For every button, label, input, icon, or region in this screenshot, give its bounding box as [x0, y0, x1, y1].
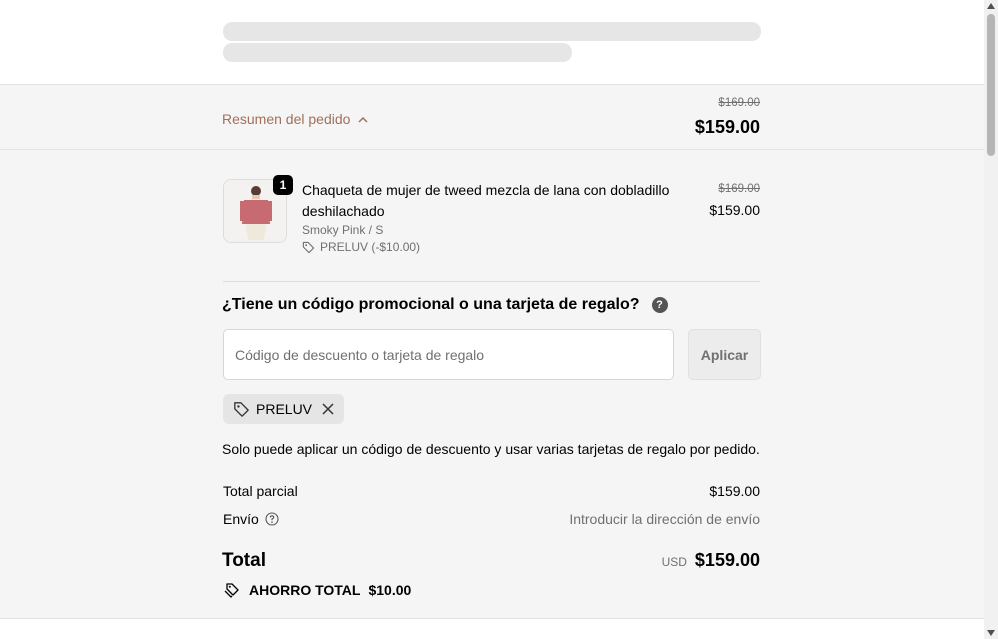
promo-heading: ¿Tiene un código promocional o una tarje… — [222, 296, 668, 314]
close-icon — [322, 403, 334, 415]
subtotal-value: $159.00 — [709, 483, 760, 499]
shipping-value: Introducir la dirección de envío — [569, 511, 760, 527]
summary-original-total: $169.00 — [718, 97, 760, 109]
total-amount: $159.00 — [694, 550, 760, 570]
chevron-up-icon — [358, 116, 368, 123]
question-circle-icon[interactable] — [265, 512, 279, 526]
checkout-summary-panel: 1 Chaqueta de mujer de tweed mezcla de l… — [0, 150, 984, 618]
bottom-divider — [0, 618, 984, 619]
loading-skeleton-line-1 — [223, 22, 761, 41]
quantity-badge: 1 — [273, 175, 293, 195]
apply-button[interactable]: Aplicar — [688, 329, 761, 380]
shipping-label: Envío — [223, 511, 279, 527]
scrollbar[interactable] — [984, 0, 998, 639]
scroll-up-arrow-icon[interactable] — [987, 3, 995, 9]
applied-code-label: PRELUV — [256, 401, 313, 417]
order-summary-label: Resumen del pedido — [222, 111, 351, 127]
product-variant: Smoky Pink / S — [302, 223, 384, 237]
help-icon[interactable]: ? — [651, 297, 668, 313]
total-value: USD $159.00 — [662, 550, 760, 571]
promo-title: ¿Tiene un código promocional o una tarje… — [222, 296, 640, 313]
discount-code-input[interactable] — [223, 329, 674, 380]
shipping-text: Envío — [223, 511, 259, 527]
currency-code: USD — [661, 555, 687, 569]
tag-icon — [234, 401, 249, 417]
divider — [223, 281, 760, 282]
subtotal-label: Total parcial — [223, 483, 298, 499]
total-savings: AHORRO TOTAL $10.00 — [223, 582, 411, 598]
product-discount: PRELUV (-$10.00) — [302, 240, 420, 254]
remove-code-button[interactable] — [322, 403, 334, 415]
order-summary-toggle[interactable]: Resumen del pedido — [222, 111, 368, 127]
tag-icon — [302, 241, 315, 253]
subtotal-text: Total parcial — [223, 483, 298, 499]
loading-skeleton-line-2 — [223, 43, 572, 62]
product-price: $159.00 — [709, 202, 760, 218]
savings-value: $10.00 — [368, 582, 412, 598]
savings-tag-icon — [224, 583, 239, 598]
product-discount-label: PRELUV (-$10.00) — [320, 240, 421, 254]
product-name: Chaqueta de mujer de tweed mezcla de lan… — [302, 182, 670, 219]
promo-note: Solo puede aplicar un código de descuent… — [222, 441, 760, 457]
product-original-price: $169.00 — [718, 183, 760, 195]
scroll-down-arrow-icon[interactable] — [987, 630, 995, 636]
total-label: Total — [222, 550, 266, 571]
order-summary-bar: Resumen del pedido $169.00 $159.00 — [0, 84, 984, 150]
applied-code-chip: PRELUV — [223, 394, 345, 424]
summary-total: $159.00 — [694, 117, 760, 137]
savings-label: AHORRO TOTAL — [249, 582, 361, 598]
scrollbar-thumb[interactable] — [987, 14, 995, 156]
